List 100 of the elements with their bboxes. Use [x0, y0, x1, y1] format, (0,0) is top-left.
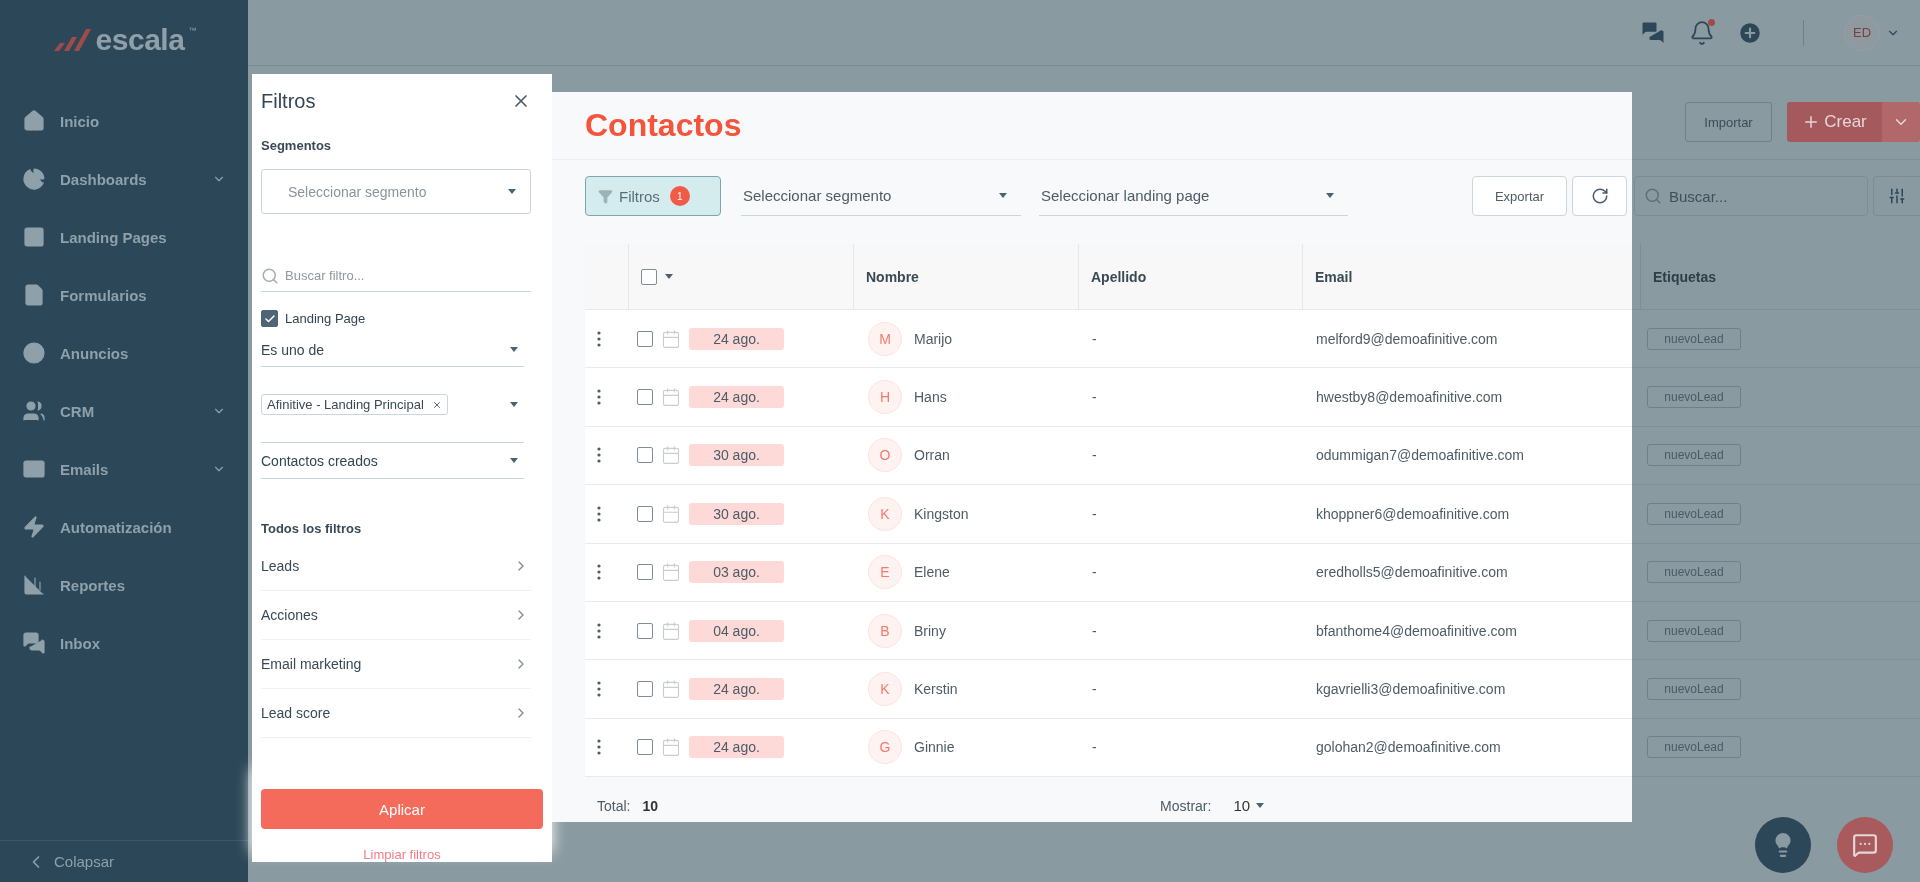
page-size-select[interactable]: 10: [1233, 797, 1265, 814]
more-icon[interactable]: [597, 622, 601, 639]
filters-button[interactable]: Filtros 1: [585, 176, 721, 216]
user-avatar[interactable]: ED: [1844, 14, 1880, 51]
initial-avatar: K: [868, 496, 902, 531]
more-icon[interactable]: [597, 389, 601, 406]
chat-icon: [22, 631, 46, 655]
caret-icon[interactable]: [665, 274, 673, 279]
filter-icon: [598, 188, 613, 204]
caret-icon: [510, 347, 518, 352]
logo-text: escala: [95, 23, 185, 57]
surname-cell: -: [1092, 564, 1097, 581]
section-label: Todos los filtros: [261, 521, 363, 536]
date-tag: 24 ago.: [689, 327, 784, 350]
bell-icon[interactable]: [1689, 19, 1715, 46]
filter-category[interactable]: Acciones: [261, 591, 531, 640]
section-label: Segmentos: [261, 138, 333, 153]
tag: nuevoLead: [1647, 619, 1741, 642]
filter-category[interactable]: Email marketing: [261, 640, 531, 689]
nav-item[interactable]: Formularios: [0, 266, 248, 324]
tag: nuevoLead: [1647, 444, 1741, 467]
nav-item[interactable]: Reportes: [0, 556, 248, 614]
filter-chip[interactable]: Afinitive - Landing Principal: [261, 394, 448, 415]
segment-select[interactable]: Seleccionar segmento: [261, 169, 531, 214]
caret-icon: [510, 458, 518, 463]
date-tag: 24 ago.: [689, 736, 784, 759]
lightning-icon: [22, 515, 46, 539]
import-button[interactable]: Importar: [1685, 102, 1772, 142]
name-cell: Ginnie: [914, 739, 955, 756]
nav-item[interactable]: Inbox: [0, 614, 248, 672]
checkbox[interactable]: [637, 739, 653, 756]
tag: nuevoLead: [1647, 386, 1741, 409]
refresh-icon: [1590, 187, 1609, 205]
home-icon: [22, 109, 46, 133]
nav-item[interactable]: Emails: [0, 440, 248, 498]
search-field[interactable]: Buscar...: [1634, 176, 1868, 216]
pie-chart-icon: [22, 167, 46, 191]
chat-button[interactable]: [1837, 817, 1893, 873]
column-header: Apellido: [1091, 268, 1147, 285]
checkbox[interactable]: [641, 268, 657, 285]
logo-icon: [51, 27, 92, 53]
filter-category[interactable]: Lead score: [261, 689, 531, 738]
surname-cell: -: [1092, 681, 1097, 698]
email-cell: odummigan7@demoafinitive.com: [1316, 447, 1524, 464]
initial-avatar: M: [868, 321, 902, 356]
nav-item[interactable]: Dashboards: [0, 150, 248, 208]
nav-item[interactable]: Automatización: [0, 498, 248, 556]
column-header: Nombre: [866, 268, 919, 285]
surname-cell: -: [1092, 739, 1097, 756]
calendar-icon: [661, 562, 681, 583]
name-cell: Marijo: [914, 330, 953, 347]
initial-avatar: G: [868, 730, 902, 765]
email-cell: golohan2@demoafinitive.com: [1316, 739, 1501, 756]
nav-item[interactable]: CRM: [0, 382, 248, 440]
value-select[interactable]: Afinitive - Landing Principal: [261, 367, 524, 443]
surname-cell: -: [1092, 330, 1097, 347]
filter-search-field[interactable]: Buscar filtro...: [261, 260, 531, 292]
checkbox[interactable]: [637, 389, 653, 406]
nav-item[interactable]: Inicio: [0, 92, 248, 150]
more-icon[interactable]: [597, 505, 601, 522]
calendar-icon: [661, 620, 681, 641]
surname-cell: -: [1092, 389, 1097, 406]
collapse-link[interactable]: Colapsar: [0, 840, 248, 882]
more-icon[interactable]: [597, 447, 601, 464]
checkbox[interactable]: [637, 447, 653, 464]
tag: nuevoLead: [1647, 327, 1741, 350]
column-settings-button[interactable]: [1873, 176, 1920, 216]
calendar-icon: [661, 328, 681, 349]
more-icon[interactable]: [597, 564, 601, 581]
apply-button[interactable]: Aplicar: [261, 789, 543, 829]
trademark-mark: ™: [188, 26, 197, 35]
name-cell: Kerstin: [914, 681, 958, 698]
date-tag: 24 ago.: [689, 678, 784, 701]
remove-icon[interactable]: [431, 399, 442, 410]
filter-category[interactable]: Leads: [261, 542, 531, 591]
checkbox[interactable]: [637, 564, 653, 581]
operator-select[interactable]: Es uno de: [261, 333, 524, 367]
checkbox[interactable]: [637, 505, 653, 522]
email-cell: bfanthome4@demoafinitive.com: [1316, 622, 1517, 639]
checkbox[interactable]: [637, 622, 653, 639]
tips-button[interactable]: [1755, 817, 1811, 873]
metric-select[interactable]: Contactos creados: [261, 443, 524, 479]
clear-filters-link[interactable]: Limpiar filtros: [363, 847, 441, 862]
nav-item[interactable]: Landing Pages: [0, 208, 248, 266]
refresh-button[interactable]: [1572, 176, 1627, 216]
checkbox[interactable]: [261, 310, 278, 327]
tag: nuevoLead: [1647, 561, 1741, 584]
checkbox[interactable]: [637, 681, 653, 698]
export-button[interactable]: Exportar: [1472, 176, 1567, 216]
total-count: 10: [642, 798, 659, 814]
checkbox[interactable]: [637, 330, 653, 347]
count-badge: 1: [669, 186, 690, 206]
landing-page-select[interactable]: Seleccionar landing page: [1039, 176, 1348, 216]
more-icon[interactable]: [597, 739, 601, 756]
segment-select[interactable]: Seleccionar segmento: [741, 176, 1021, 216]
users-icon: [22, 399, 46, 423]
create-button[interactable]: Crear: [1787, 102, 1882, 142]
nav-item[interactable]: Anuncios: [0, 324, 248, 382]
more-icon[interactable]: [597, 330, 601, 347]
more-icon[interactable]: [597, 681, 601, 698]
